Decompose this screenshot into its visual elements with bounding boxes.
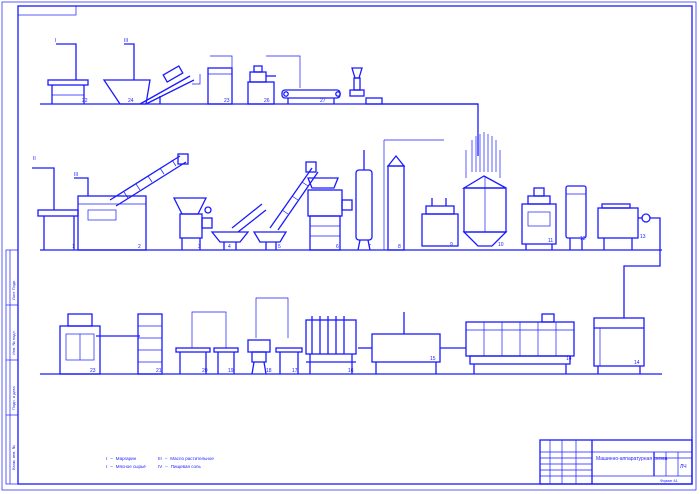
press-unit-23 [59,313,140,375]
label-r3-15: 15 [430,356,436,362]
callout-II: II [33,156,36,162]
label-23a: 23 [224,98,230,104]
title-block-format: Формат А1 [660,479,678,483]
label-27: 27 [320,98,326,104]
side-label-3: Подп. и дата [11,386,16,410]
table-unit-17 [275,347,303,374]
oven-unit-15 [358,312,466,374]
process-flow-drawing: Лист Подп. Инв. № подл. Подп. и дата Вза… [1,1,697,491]
label-r2-5: 5 [278,244,281,250]
label-r3-16: 16 [348,368,354,374]
label-r3-18: 18 [266,368,272,374]
callout-I: I [55,38,56,44]
smoking-chamber-unit [465,313,575,374]
title-block: Машинно-аппаратурная схема ЛЧ Формат А1 [539,439,693,485]
label-r3-20: 20 [202,368,208,374]
legend: I – Маргарин I – Мясное сырьё III – Масло раст… [106,456,214,469]
thawing-unit-2 [77,195,147,251]
callout-leader-III-row2 [74,177,89,196]
label-24: 24 [128,98,134,104]
label-r2-8: 8 [398,244,401,250]
label-26: 26 [264,98,270,104]
rack-unit-21 [137,313,163,375]
label-r3-17a: 17 [292,368,298,374]
label-r2-6: 6 [336,244,339,250]
cutter-unit-6 [307,177,353,251]
row-3-line: 23 21 20 19 18 17 16 15 14 14 [40,297,662,375]
reactor-unit-10 [461,132,508,247]
label-r2-10: 10 [498,242,504,248]
callout-leader-III [124,43,135,80]
callout-III: III [124,38,128,44]
extruder-unit-26 [247,65,276,105]
mincer-unit-3 [172,197,213,250]
sheet-outer-border [1,1,697,491]
label-r2-13: 13 [640,234,646,240]
screw-conveyor-27 [281,89,341,104]
callout-leader-II [32,167,55,210]
legend-item-3: III – Масло растительное [158,456,214,461]
side-label-2: Инв. № подл. [11,330,16,355]
inclined-conveyor-24 [102,65,195,105]
hopper-unit-4 [210,203,267,250]
dosing-unit-18 [247,297,289,375]
legend-item-1: I – Маргарин [106,456,137,461]
column-unit-8 [383,139,444,251]
label-r2-3: 3 [198,244,201,250]
label-r2-2: 2 [138,244,141,250]
label-r2-7: 7 [368,244,371,250]
packer-unit-13 [597,203,661,318]
binding-strip: Лист Подп. Инв. № подл. Подп. и дата Вза… [5,249,19,485]
title-block-sheet: ЛЧ [680,464,687,470]
label-r3-19: 19 [228,368,234,374]
table-unit-19 [213,347,239,374]
label-22: 22 [82,98,88,104]
dosing-hopper [349,67,383,105]
column-unit-7 [355,150,373,251]
label-r3-21: 21 [156,368,162,374]
filler-unit-16 [305,316,357,374]
callout-leader-I [56,43,77,80]
label-r3-14: 14 [634,360,640,366]
side-label-4: Взам. инв. № [11,445,16,470]
legend-item-4: IV – Пищевая соль [158,464,202,469]
label-r2-11: 11 [548,238,553,244]
label-r3-14a: 14 [566,356,572,362]
row-1-line: I III 22 24 23 26 27 [40,38,479,156]
bath-unit-9 [421,198,459,247]
label-r2-1: 1 [72,244,75,250]
label-r2-4: 4 [228,244,231,250]
top-stamp-box [17,5,77,16]
title-block-title: Машинно-аппаратурная схема [596,456,668,462]
row-2-line: II III 1 2 3 4 5 6 7 8 9 10 11 12 13 [32,132,662,318]
label-r2-12: 12 [580,236,586,242]
label-r2-9: 9 [450,242,453,248]
callout-III-row2: III [74,172,78,178]
side-label-1: Лист Подп. [11,280,16,300]
label-r3-23: 23 [90,368,96,374]
legend-item-2: I – Мясное сырьё [106,464,146,469]
